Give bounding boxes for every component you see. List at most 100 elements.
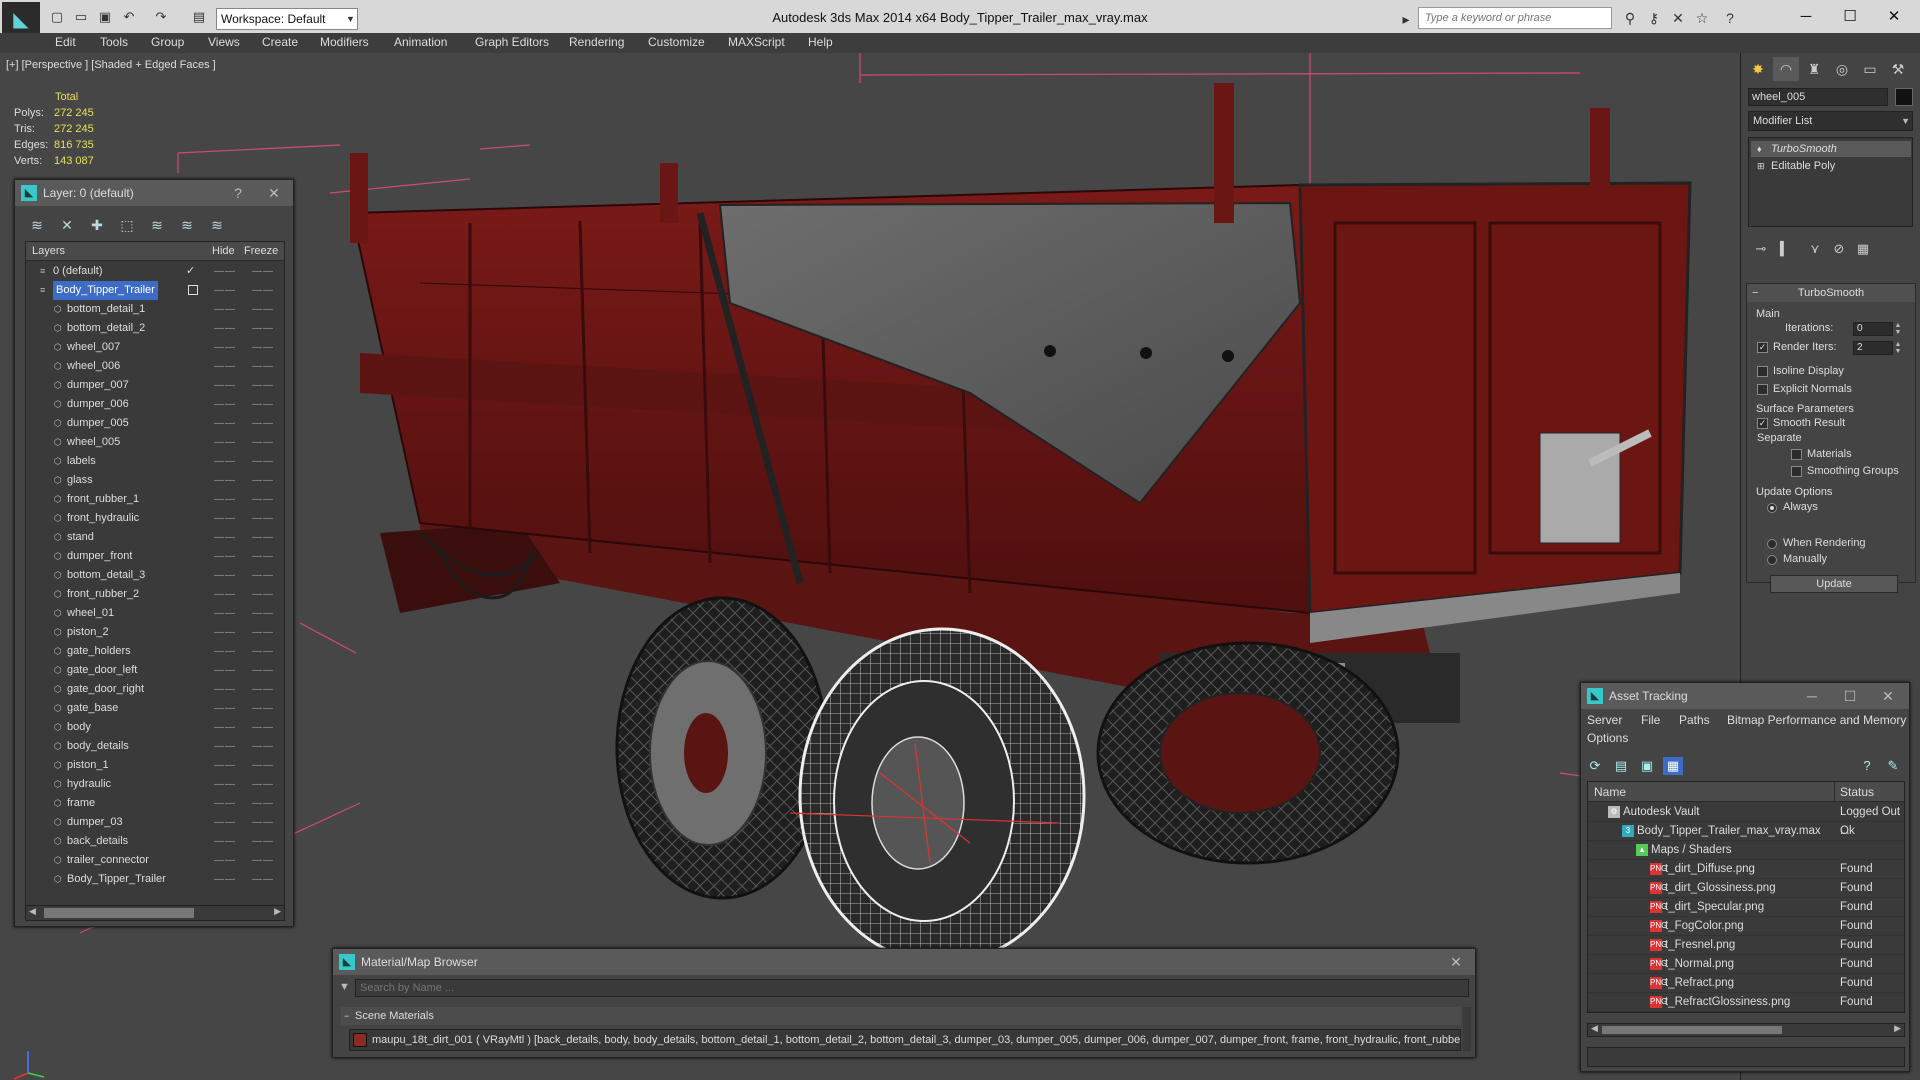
- scroll-left-icon[interactable]: ◀: [29, 906, 36, 917]
- layer-row[interactable]: ⬡ hydraulic —— ——: [26, 775, 284, 794]
- stack-item-editable-poly[interactable]: ⊞ Editable Poly: [1751, 158, 1911, 174]
- expand-arrow-icon[interactable]: ▸: [1396, 9, 1416, 29]
- freeze-toggle[interactable]: ——: [252, 699, 274, 718]
- layer-row[interactable]: ⬡ bottom_detail_3 —— ——: [26, 566, 284, 585]
- create-layer-icon[interactable]: ≋: [27, 215, 47, 235]
- smoothing-groups-checkbox[interactable]: [1791, 466, 1802, 477]
- material-search-input[interactable]: [355, 979, 1469, 997]
- lightbulb-icon[interactable]: ♦: [1757, 144, 1767, 154]
- scroll-left-icon[interactable]: ◀: [1591, 1023, 1598, 1034]
- scrollbar-thumb[interactable]: [1602, 1026, 1782, 1034]
- asset-tracking-title[interactable]: ◣ Asset Tracking ─ ☐ ✕: [1581, 683, 1909, 709]
- close-icon[interactable]: ✕: [1873, 683, 1903, 709]
- asset-row[interactable]: 3 Body_Tipper_Trailer_max_vray.max Ok: [1588, 822, 1904, 841]
- freeze-toggle[interactable]: ——: [252, 870, 274, 889]
- freeze-toggle[interactable]: ——: [252, 300, 274, 319]
- menu-rendering[interactable]: Rendering: [569, 35, 624, 49]
- layer-row[interactable]: ⬡ dumper_03 —— ——: [26, 813, 284, 832]
- col-freeze[interactable]: Freeze: [244, 245, 278, 257]
- horizontal-scrollbar[interactable]: ◀ ▶: [25, 905, 285, 921]
- hide-toggle[interactable]: ——: [214, 756, 236, 775]
- layer-row[interactable]: ⬡ dumper_007 —— ——: [26, 376, 284, 395]
- when-rendering-radio[interactable]: [1767, 539, 1777, 549]
- menu-help[interactable]: Help: [808, 35, 833, 49]
- asset-row[interactable]: ▲ Maps / Shaders: [1588, 841, 1904, 860]
- search-options-icon[interactable]: ▼: [339, 981, 350, 993]
- isoline-checkbox[interactable]: [1757, 366, 1768, 377]
- freeze-toggle[interactable]: ——: [252, 395, 274, 414]
- hide-toggle[interactable]: ——: [214, 414, 236, 433]
- rollout-header[interactable]: − TurboSmooth: [1747, 284, 1915, 302]
- freeze-toggle[interactable]: ——: [252, 737, 274, 756]
- freeze-toggle[interactable]: ——: [252, 262, 274, 281]
- update-button[interactable]: Update: [1770, 575, 1898, 593]
- menu-paths[interactable]: Paths: [1679, 713, 1710, 727]
- hide-toggle[interactable]: ——: [214, 471, 236, 490]
- hide-toggle[interactable]: ——: [214, 509, 236, 528]
- menu-modifiers[interactable]: Modifiers: [320, 35, 369, 49]
- hide-toggle[interactable]: ——: [214, 528, 236, 547]
- layer-row[interactable]: ≡ Body_Tipper_Trailer —— ——: [26, 281, 284, 300]
- layer-row[interactable]: ⬡ wheel_005 —— ——: [26, 433, 284, 452]
- layer-row[interactable]: ⬡ front_rubber_2 —— ——: [26, 585, 284, 604]
- menu-maxscript[interactable]: MAXScript: [728, 35, 785, 49]
- exchange-icon[interactable]: ✕: [1668, 8, 1688, 28]
- layer-tree[interactable]: Layers Hide Freeze ≡ 0 (default) ✓ —— —— ≡ Bod…: [25, 241, 285, 909]
- active-layer-check-icon[interactable]: ✓: [186, 262, 195, 281]
- layer-row[interactable]: ⬡ glass —— ——: [26, 471, 284, 490]
- hide-toggle[interactable]: ——: [214, 661, 236, 680]
- hide-toggle[interactable]: ——: [214, 433, 236, 452]
- freeze-toggle[interactable]: ——: [252, 357, 274, 376]
- object-color-swatch[interactable]: [1895, 88, 1913, 106]
- hide-toggle[interactable]: ——: [214, 319, 236, 338]
- viewport-label[interactable]: [+] [Perspective ] [Shaded + Edged Faces…: [6, 59, 216, 71]
- collapse-icon[interactable]: −: [1752, 284, 1758, 302]
- freeze-toggle[interactable]: ——: [252, 414, 274, 433]
- layer-row[interactable]: ⬡ bottom_detail_1 —— ——: [26, 300, 284, 319]
- spinner-arrows-icon[interactable]: ▲ ▼: [1894, 322, 1902, 336]
- smooth-result-checkbox[interactable]: ✓: [1757, 418, 1768, 429]
- delete-layer-icon[interactable]: ✕: [57, 215, 77, 235]
- asset-tracking-window[interactable]: ◣ Asset Tracking ─ ☐ ✕ Server File Paths…: [1580, 682, 1910, 1072]
- freeze-all-icon[interactable]: ≋: [207, 215, 227, 235]
- hide-toggle[interactable]: ——: [214, 376, 236, 395]
- asset-row[interactable]: PNG t_FogColor.png Found: [1588, 917, 1904, 936]
- layer-row[interactable]: ⬡ piston_1 —— ——: [26, 756, 284, 775]
- stack-item-turbosmooth[interactable]: ♦ TurboSmooth: [1751, 141, 1911, 157]
- help-button[interactable]: ?: [223, 180, 253, 206]
- column-divider[interactable]: [1834, 782, 1835, 802]
- iterations-spinner[interactable]: 0: [1853, 322, 1893, 336]
- help-icon[interactable]: ?: [1857, 757, 1877, 775]
- layer-row[interactable]: ⬡ dumper_005 —— ——: [26, 414, 284, 433]
- hide-toggle[interactable]: ——: [214, 547, 236, 566]
- asset-row[interactable]: PNG t_dirt_Diffuse.png Found: [1588, 860, 1904, 879]
- menu-customize[interactable]: Customize: [648, 35, 705, 49]
- vertical-scrollbar[interactable]: [1463, 1007, 1471, 1051]
- maximize-button[interactable]: ☐: [1835, 683, 1865, 709]
- layer-row[interactable]: ⬡ gate_holders —— ——: [26, 642, 284, 661]
- modifier-list-dropdown[interactable]: Modifier List ▼: [1748, 111, 1913, 131]
- materials-checkbox[interactable]: [1791, 449, 1802, 460]
- hide-toggle[interactable]: ——: [214, 566, 236, 585]
- hide-toggle[interactable]: ——: [214, 604, 236, 623]
- scene-materials-group[interactable]: − Scene Materials: [341, 1007, 1461, 1025]
- menu-animation[interactable]: Animation: [394, 35, 447, 49]
- hide-toggle[interactable]: ——: [214, 851, 236, 870]
- layer-row[interactable]: ⬡ front_hydraulic —— ——: [26, 509, 284, 528]
- hide-toggle[interactable]: ——: [214, 452, 236, 471]
- pin-stack-icon[interactable]: ⊸: [1751, 239, 1771, 259]
- hide-toggle[interactable]: ——: [214, 585, 236, 604]
- highlight-layer-icon[interactable]: ≋: [147, 215, 167, 235]
- asset-table[interactable]: Name Status ⚙ Autodesk Vault Logged Out ..…: [1587, 781, 1905, 1013]
- hide-toggle[interactable]: ——: [214, 395, 236, 414]
- freeze-toggle[interactable]: ——: [252, 471, 274, 490]
- modify-tab-icon[interactable]: ◠: [1773, 57, 1799, 81]
- maximize-button[interactable]: ☐: [1830, 4, 1870, 30]
- layer-explorer-window[interactable]: ◣ Layer: 0 (default) ? ✕ ≋ ✕ ✚ ⬚ ≋ ≋ ≋ L…: [14, 179, 294, 927]
- freeze-toggle[interactable]: ——: [252, 490, 274, 509]
- layer-row[interactable]: ≡ 0 (default) ✓ —— ——: [26, 262, 284, 281]
- layer-row[interactable]: ⬡ gate_door_left —— ——: [26, 661, 284, 680]
- freeze-toggle[interactable]: ——: [252, 509, 274, 528]
- configure-sets-icon[interactable]: ▦: [1853, 239, 1873, 259]
- expand-plus-icon[interactable]: ⊞: [1757, 161, 1767, 171]
